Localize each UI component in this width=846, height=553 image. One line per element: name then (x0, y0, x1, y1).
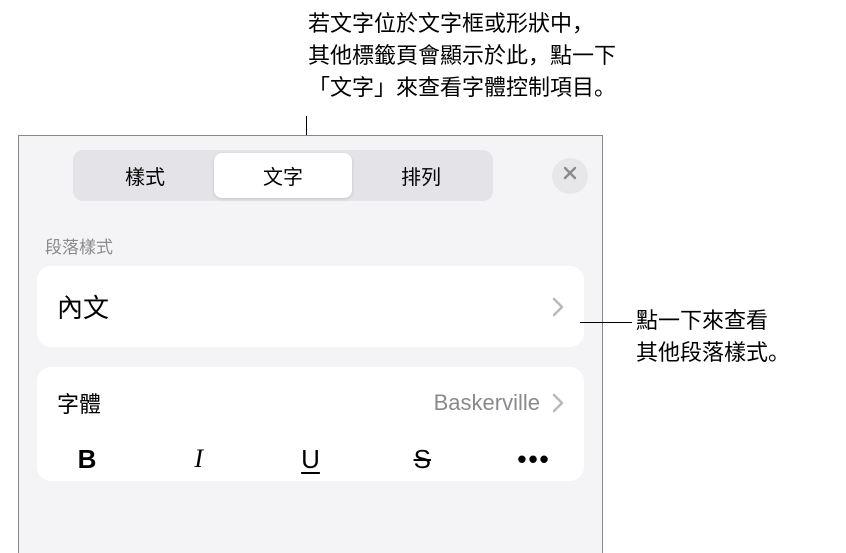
close-button[interactable] (552, 158, 588, 194)
bold-button[interactable]: B (57, 437, 117, 481)
tab-segmented-control: 樣式 文字 排列 (73, 150, 493, 201)
close-icon (562, 165, 578, 186)
chevron-right-icon (552, 297, 564, 317)
paragraph-style-card: 內文 (37, 266, 584, 347)
font-value: Baskerville (434, 390, 540, 416)
panel-header: 樣式 文字 排列 (19, 136, 602, 215)
tab-style[interactable]: 樣式 (76, 153, 214, 198)
font-card: 字體 Baskerville B I U S ••• (37, 367, 584, 481)
annotation-right: 點一下來查看 其他段落樣式。 (636, 305, 790, 369)
paragraph-style-section-label: 段落樣式 (19, 215, 602, 266)
chevron-right-icon (552, 393, 564, 413)
text-style-row: B I U S ••• (37, 433, 584, 481)
annotation-top: 若文字位於文字框或形狀中， 其他標籤頁會顯示於此，點一下 「文字」來查看字體控制… (308, 8, 616, 104)
tab-text[interactable]: 文字 (214, 153, 352, 198)
more-options-button[interactable]: ••• (504, 437, 564, 481)
underline-button[interactable]: U (281, 437, 341, 481)
callout-line-right (580, 322, 632, 323)
italic-button[interactable]: I (169, 437, 229, 481)
paragraph-style-row[interactable]: 內文 (37, 266, 584, 347)
font-label: 字體 (57, 387, 101, 419)
format-panel: 樣式 文字 排列 段落樣式 內文 字體 Baskerville (18, 135, 603, 553)
strikethrough-button[interactable]: S (392, 437, 452, 481)
tab-arrange[interactable]: 排列 (352, 153, 490, 198)
paragraph-style-value: 內文 (57, 288, 109, 325)
font-row[interactable]: 字體 Baskerville (37, 367, 584, 433)
